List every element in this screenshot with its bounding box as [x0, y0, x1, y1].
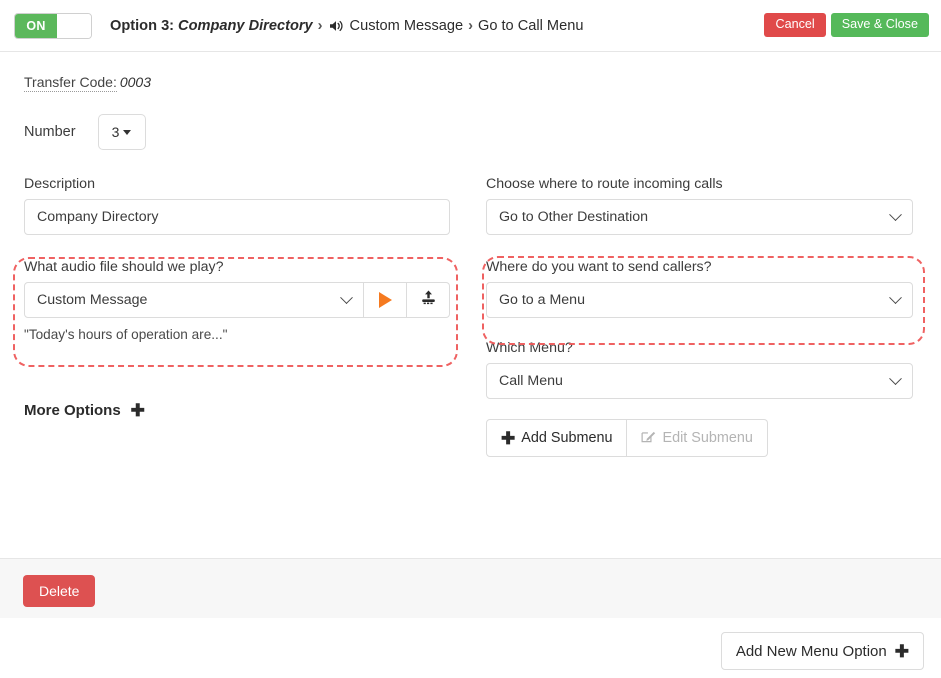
description-field: Description [24, 176, 450, 235]
toggle-knob [57, 14, 91, 38]
cancel-button[interactable]: Cancel [764, 13, 825, 37]
send-callers-field: Where do you want to send callers? Go to… [486, 259, 913, 318]
number-label: Number [24, 124, 76, 140]
breadcrumb-option-name: Company Directory [178, 18, 313, 34]
breadcrumb-separator-1: › [318, 18, 323, 34]
which-menu-label: Which Menu? [486, 340, 913, 356]
audio-preview-text: "Today's hours of operation are..." [24, 327, 450, 342]
breadcrumb-option-label: Option 3: [110, 18, 174, 34]
edit-submenu-button: Edit Submenu [627, 419, 767, 457]
enabled-toggle[interactable]: ON [14, 13, 92, 39]
form-columns: Description What audio file should we pl… [24, 176, 917, 457]
more-options-toggle[interactable]: More Options ✚ [24, 402, 145, 419]
chevron-down-icon [123, 130, 131, 135]
route-select-value: Go to Other Destination [499, 209, 648, 225]
chevron-down-icon [340, 291, 353, 304]
upload-audio-button[interactable] [407, 282, 450, 318]
which-menu-select[interactable]: Call Menu [486, 363, 913, 399]
add-new-menu-option-label: Add New Menu Option [736, 643, 887, 660]
route-field: Choose where to route incoming calls Go … [486, 176, 913, 235]
breadcrumb-destination-label: Go to Call Menu [478, 18, 583, 34]
edit-pencil-icon [641, 429, 656, 448]
number-row: Number 3 [24, 114, 917, 150]
add-submenu-button[interactable]: ✚ Add Submenu [486, 419, 627, 457]
breadcrumb-audio-label: Custom Message [350, 18, 464, 34]
card-footer: Delete [0, 558, 941, 618]
left-column: Description What audio file should we pl… [24, 176, 450, 457]
audio-file-select[interactable]: Custom Message [24, 282, 364, 318]
upload-icon [420, 289, 437, 311]
speaker-icon [329, 19, 345, 33]
edit-submenu-label: Edit Submenu [662, 430, 752, 446]
description-input[interactable] [24, 199, 450, 235]
which-menu-field: Which Menu? Call Menu [486, 340, 913, 399]
route-select[interactable]: Go to Other Destination [486, 199, 913, 235]
which-menu-select-value: Call Menu [499, 373, 563, 389]
send-callers-select[interactable]: Go to a Menu [486, 282, 913, 318]
description-label: Description [24, 176, 450, 192]
transfer-code: Transfer Code:0003 [24, 74, 917, 90]
card-header: ON Option 3: Company Directory › Custom … [0, 0, 941, 52]
page-root: ON Option 3: Company Directory › Custom … [0, 0, 941, 678]
chevron-down-icon [889, 208, 902, 221]
breadcrumb: Option 3: Company Directory › Custom Mes… [110, 18, 583, 34]
send-callers-select-value: Go to a Menu [499, 292, 585, 308]
route-label: Choose where to route incoming calls [486, 176, 913, 192]
breadcrumb-separator-2: › [468, 18, 473, 34]
audio-file-row: Custom Message [24, 282, 450, 318]
card-body: Transfer Code:0003 Number 3 Description [0, 52, 941, 457]
chevron-down-icon [889, 372, 902, 385]
menu-option-card: ON Option 3: Company Directory › Custom … [0, 0, 941, 618]
toggle-on-label: ON [15, 14, 57, 38]
audio-file-field: What audio file should we play? Custom M… [24, 259, 450, 342]
plus-icon: ✚ [501, 430, 515, 447]
plus-icon: ✚ [131, 402, 145, 419]
add-new-menu-option-button[interactable]: Add New Menu Option ✚ [721, 632, 924, 670]
delete-button[interactable]: Delete [23, 575, 95, 607]
right-column: Choose where to route incoming calls Go … [486, 176, 913, 457]
play-audio-button[interactable] [364, 282, 407, 318]
number-select[interactable]: 3 [98, 114, 146, 150]
plus-icon: ✚ [895, 643, 909, 660]
header-actions: Cancel Save & Close [764, 13, 929, 37]
chevron-down-icon [889, 291, 902, 304]
send-callers-label: Where do you want to send callers? [486, 259, 913, 275]
submenu-actions: ✚ Add Submenu Edit Submen [486, 419, 913, 457]
number-select-value: 3 [112, 124, 120, 140]
more-options-label: More Options [24, 402, 121, 419]
transfer-code-label: Transfer Code: [24, 74, 117, 92]
transfer-code-value: 0003 [120, 74, 151, 90]
audio-file-select-value: Custom Message [37, 292, 147, 308]
save-and-close-button[interactable]: Save & Close [831, 13, 929, 37]
audio-file-label: What audio file should we play? [24, 259, 450, 275]
add-submenu-label: Add Submenu [521, 430, 612, 446]
play-icon [379, 292, 392, 308]
